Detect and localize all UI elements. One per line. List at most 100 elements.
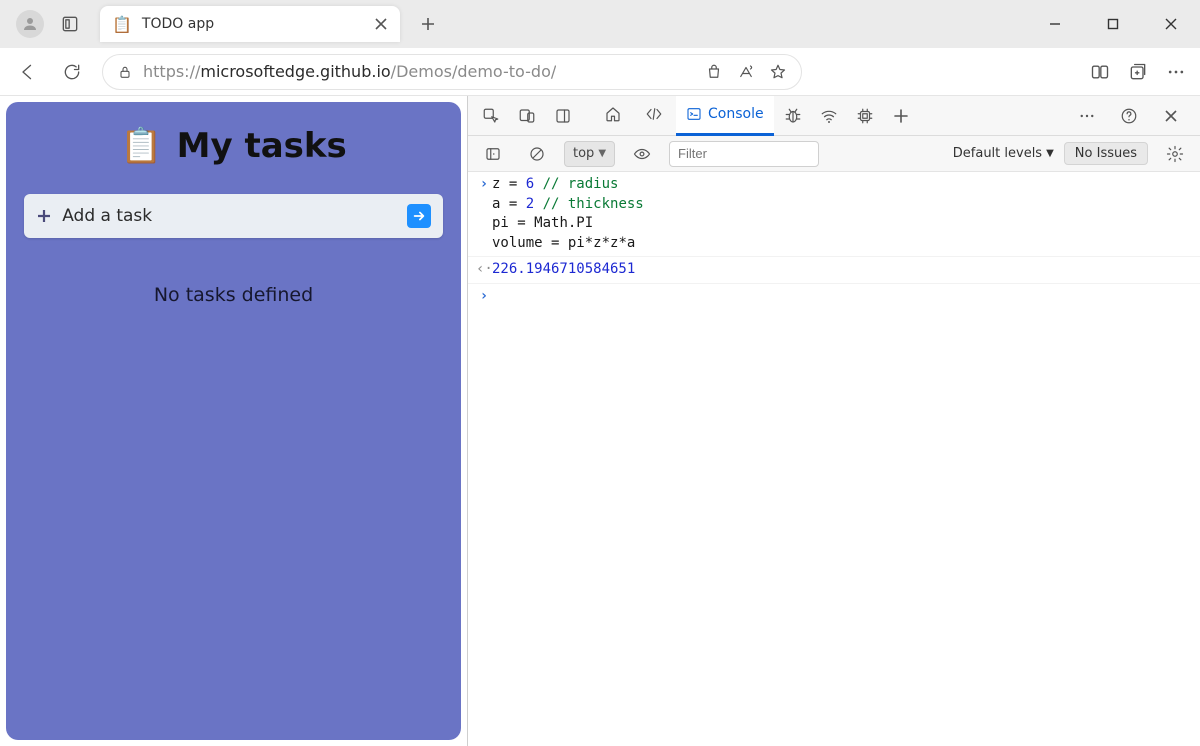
lock-icon [117,64,133,80]
close-window-button[interactable] [1142,0,1200,48]
bug-icon [784,107,802,125]
more-icon [1166,62,1186,82]
new-tab-button[interactable] [412,8,444,40]
submit-task-button[interactable] [407,204,431,228]
console-output-value: 226.1946710584651 [492,260,635,280]
maximize-button[interactable] [1084,0,1142,48]
minimize-button[interactable] [1026,0,1084,48]
arrow-right-icon [412,209,426,223]
dock-side-button[interactable] [546,100,580,132]
close-icon [1165,18,1177,30]
todo-app: 📋 My tasks Add a task No tasks defined [6,102,461,740]
browser-titlebar: 📋 TODO app [0,0,1200,48]
filter-input[interactable] [669,141,819,167]
tab-network[interactable] [812,100,846,132]
devtools-help-button[interactable] [1112,100,1146,132]
clear-console-button[interactable] [520,138,554,170]
settings-menu-button[interactable] [1166,62,1186,82]
eye-icon [633,145,651,163]
inspect-element-button[interactable] [474,100,508,132]
plus-icon [36,208,52,224]
star-icon [769,63,787,81]
console-input-code: z = 6 // radius a = 2 // thickness pi = … [492,175,644,253]
gear-icon [1166,145,1184,163]
console-toolbar: top▼ Default levels ▼ No Issues [468,136,1200,172]
inspect-icon [482,107,500,125]
refresh-icon [62,62,82,82]
close-tab-button[interactable] [374,17,388,31]
issues-button[interactable]: No Issues [1064,142,1148,165]
plus-icon [893,108,909,124]
chevron-right-icon: › [476,287,492,307]
refresh-button[interactable] [58,58,86,86]
execution-context-select[interactable]: top▼ [564,141,615,167]
browser-tab[interactable]: 📋 TODO app [100,6,400,42]
plus-icon [421,17,435,31]
toggle-sidebar-button[interactable] [476,138,510,170]
collections-button[interactable] [1128,62,1148,82]
console-body[interactable]: › z = 6 // radius a = 2 // thickness pi … [468,172,1200,746]
device-emulation-button[interactable] [510,100,544,132]
read-aloud-icon [737,63,755,81]
tab-console[interactable]: Console [676,96,774,136]
sidebar-icon [484,145,502,163]
add-task-placeholder: Add a task [62,206,397,226]
minimize-icon [1049,18,1061,30]
empty-state: No tasks defined [154,284,313,306]
split-screen-button[interactable] [1090,62,1110,82]
bag-icon [705,63,723,81]
read-aloud-button[interactable] [737,63,755,81]
close-icon [374,17,388,31]
tab-favicon-icon: 📋 [112,15,132,34]
collections-icon [1128,62,1148,82]
back-button[interactable] [14,58,42,86]
live-expression-button[interactable] [625,138,659,170]
devtools-close-button[interactable] [1154,100,1188,132]
devtools-tabstrip: Console [468,96,1200,136]
page-title: 📋 My tasks [120,126,346,166]
console-input-row: › z = 6 // radius a = 2 // thickness pi … [468,172,1200,257]
dock-icon [554,107,572,125]
profile-button[interactable] [16,10,44,38]
more-tabs-button[interactable] [884,100,918,132]
address-bar[interactable]: https://microsoftedge.github.io/Demos/de… [102,54,802,90]
tab-actions-icon[interactable] [60,14,80,34]
clipboard-icon: 📋 [120,126,162,166]
output-arrow-icon: ‹· [476,260,492,280]
tab-title: TODO app [142,16,364,32]
devtools-more-button[interactable] [1070,100,1104,132]
content-area: 📋 My tasks Add a task No tasks defined C… [0,96,1200,746]
site-info-button[interactable] [117,64,133,80]
tab-sources[interactable] [776,100,810,132]
chip-icon [856,107,874,125]
home-icon [604,105,622,123]
close-icon [1164,109,1178,123]
split-screen-icon [1090,62,1110,82]
arrow-left-icon [18,62,38,82]
devtools-pane: Console top▼ Default levels ▼ No Issues [467,96,1200,746]
chevron-right-icon: › [476,175,492,195]
add-task-input[interactable]: Add a task [24,194,443,238]
tab-performance[interactable] [848,100,882,132]
help-icon [1120,107,1138,125]
window-controls [1026,0,1200,48]
page-pane: 📋 My tasks Add a task No tasks defined [0,96,467,746]
favorite-button[interactable] [769,63,787,81]
console-prompt-row[interactable]: › [468,284,1200,310]
code-icon [644,105,664,123]
shopping-button[interactable] [705,63,723,81]
wifi-icon [820,107,838,125]
url-text: https://microsoftedge.github.io/Demos/de… [143,62,556,81]
tab-elements[interactable] [634,96,674,136]
console-settings-button[interactable] [1158,138,1192,170]
more-icon [1078,107,1096,125]
titlebar-left [0,10,80,38]
person-icon [21,15,39,33]
clear-icon [528,145,546,163]
console-icon [686,106,702,122]
console-output-row: ‹· 226.1946710584651 [468,257,1200,284]
tab-welcome[interactable] [594,96,632,136]
log-levels-select[interactable]: Default levels ▼ [953,146,1054,161]
devices-icon [518,107,536,125]
maximize-icon [1107,18,1119,30]
